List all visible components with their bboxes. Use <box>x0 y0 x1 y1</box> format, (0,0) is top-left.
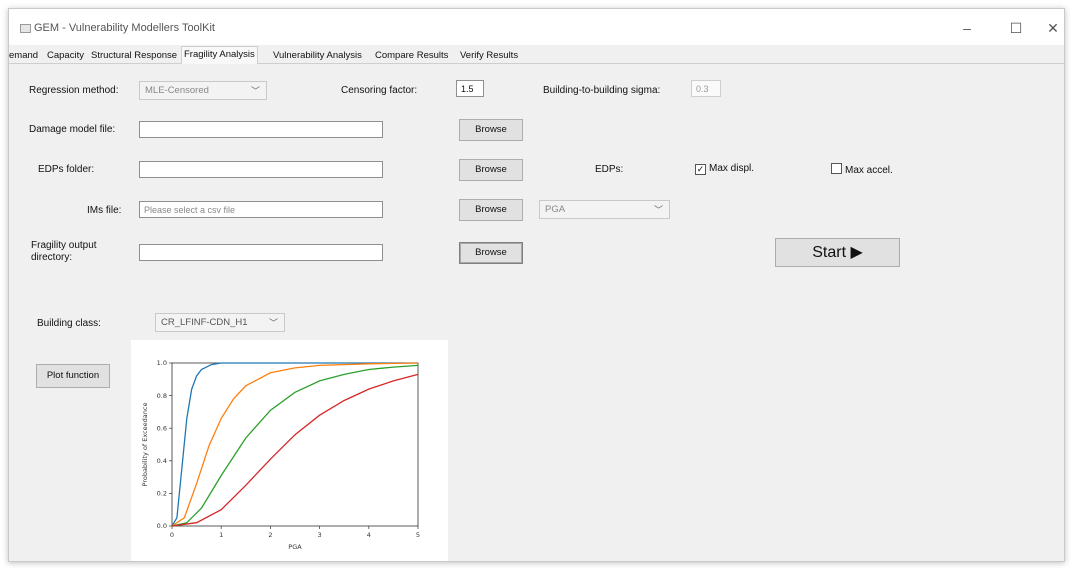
browse-damage-model-button[interactable]: Browse <box>459 119 523 141</box>
y-tick-label: 1.0 <box>157 359 167 367</box>
fragility-plot: 0 1 2 3 4 5 0.0 0.2 0.4 0.6 0.8 1.0 PGA Probability o… <box>131 340 448 561</box>
sigma-input[interactable]: 0.3 <box>691 80 721 97</box>
y-tick-label: 0.2 <box>157 490 167 498</box>
max-displ-label: Max displ. <box>709 163 755 174</box>
x-tick-label: 2 <box>268 531 272 539</box>
title-bar: GEM - Vulnerability Modellers ToolKit – … <box>9 9 1064 45</box>
tab-verify-results[interactable]: Verify Results <box>460 48 518 63</box>
sigma-label: Building-to-building sigma: <box>543 85 661 96</box>
ims-file-input[interactable]: Please select a csv file <box>139 201 383 218</box>
building-class-value: CR_LFINF-CDN_H1 <box>161 317 248 328</box>
y-tick-label: 0.6 <box>157 424 167 432</box>
x-axis-label: PGA <box>288 543 302 551</box>
tab-bar: emand Capacity Structural Response Fragi… <box>9 45 1064 64</box>
regression-method-label: Regression method: <box>29 85 119 96</box>
damage-model-label: Damage model file: <box>29 124 116 135</box>
building-class-label: Building class: <box>37 318 101 329</box>
chevron-down-icon: ﹀ <box>653 205 663 215</box>
tab-compare-results[interactable]: Compare Results <box>375 48 448 63</box>
chevron-down-icon: ﹀ <box>250 86 260 96</box>
regression-method-value: MLE-Censored <box>145 85 209 96</box>
browse-edps-folder-button[interactable]: Browse <box>459 159 523 181</box>
censoring-factor-label: Censoring factor: <box>341 85 418 96</box>
edps-folder-input[interactable] <box>139 161 383 178</box>
close-icon[interactable]: ✕ <box>1038 17 1064 39</box>
y-axis-label: Probability of Exceedance <box>141 403 149 487</box>
x-tick-label: 5 <box>416 531 420 539</box>
tab-structural-response[interactable]: Structural Response <box>91 48 177 63</box>
fragility-output-input[interactable] <box>139 244 383 261</box>
building-class-select[interactable]: CR_LFINF-CDN_H1 ﹀ <box>155 313 285 332</box>
fragility-chart: 0 1 2 3 4 5 0.0 0.2 0.4 0.6 0.8 1.0 PGA Probability o… <box>141 359 420 551</box>
fragility-output-label-line2: directory: <box>31 252 73 263</box>
tab-capacity[interactable]: Capacity <box>47 48 84 63</box>
application-window: GEM - Vulnerability Modellers ToolKit – … <box>8 8 1065 562</box>
y-tick-label: 0.4 <box>157 457 167 465</box>
x-tick-label: 3 <box>318 531 322 539</box>
censoring-factor-input[interactable]: 1.5 <box>456 80 484 97</box>
maximize-icon[interactable]: ☐ <box>1001 17 1031 39</box>
y-tick-label: 0.0 <box>157 522 167 530</box>
plot-function-button[interactable]: Plot function <box>36 364 110 388</box>
damage-model-input[interactable] <box>139 121 383 138</box>
browse-output-button[interactable]: Browse <box>459 242 523 264</box>
window-title: GEM - Vulnerability Modellers ToolKit <box>34 22 215 34</box>
edps-label: EDPs: <box>595 164 624 175</box>
x-tick-label: 4 <box>367 531 371 539</box>
max-accel-label: Max accel. <box>845 165 893 176</box>
max-accel-checkbox[interactable]: Max accel. <box>831 163 893 176</box>
fragility-output-label-line1: Fragility output <box>31 240 97 251</box>
x-tick-label: 1 <box>219 531 223 539</box>
chevron-down-icon: ﹀ <box>268 318 278 328</box>
checkmark-icon: ✓ <box>695 164 706 175</box>
edps-folder-label: EDPs folder: <box>38 164 95 175</box>
fragility-output-label: Fragility output directory: <box>31 240 97 264</box>
x-tick-label: 0 <box>170 531 174 539</box>
max-displ-checkbox[interactable]: ✓ Max displ. <box>695 163 754 175</box>
minimize-icon[interactable]: – <box>952 17 982 39</box>
im-type-value: PGA <box>545 204 566 215</box>
y-tick-label: 0.8 <box>157 392 167 400</box>
checkbox-empty-icon <box>831 163 842 174</box>
tab-vulnerability-analysis[interactable]: Vulnerability Analysis <box>273 48 362 63</box>
regression-method-select[interactable]: MLE-Censored ﹀ <box>139 81 267 100</box>
app-icon <box>20 24 31 33</box>
im-type-select[interactable]: PGA ﹀ <box>539 200 670 219</box>
ims-file-label: IMs file: <box>87 205 122 216</box>
start-button[interactable]: Start ▶ <box>775 238 900 267</box>
tab-demand[interactable]: emand <box>9 48 38 63</box>
tab-fragility-analysis[interactable]: Fragility Analysis <box>181 46 258 64</box>
browse-ims-file-button[interactable]: Browse <box>459 199 523 221</box>
